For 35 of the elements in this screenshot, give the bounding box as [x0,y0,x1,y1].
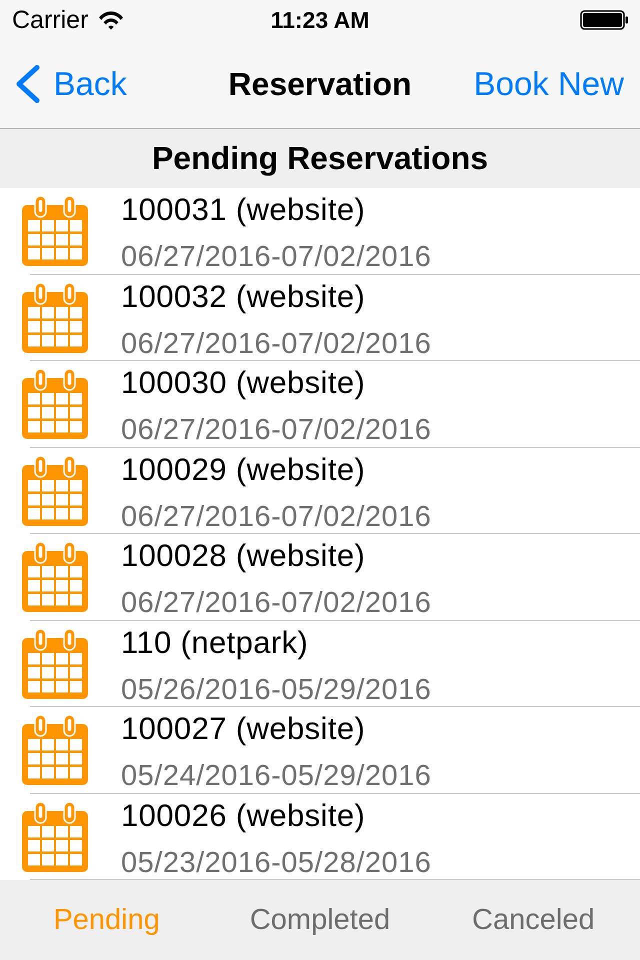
calendar-icon [22,369,88,439]
wifi-icon [98,10,124,30]
calendar-icon [22,282,88,352]
reservation-title: 100030 (website) [121,365,366,401]
reservation-title: 100029 (website) [121,452,366,488]
calendar-icon [22,715,88,785]
reservation-title: 100032 (website) [121,278,366,314]
calendar-icon [22,196,88,266]
reservation-title: 100027 (website) [121,711,366,747]
reservation-title: 100028 (website) [121,538,366,574]
reservation-dates: 06/27/2016-07/02/2016 [121,500,432,532]
reservation-dates: 05/23/2016-05/28/2016 [121,846,432,878]
nav-title: Reservation [228,65,412,104]
reservation-title: 100026 (website) [121,798,366,834]
reservation-title: 110 (netpark) [121,624,310,660]
calendar-icon [22,542,88,612]
reservation-dates: 06/27/2016-07/02/2016 [121,328,432,360]
calendar-icon [22,456,88,526]
reservation-title: 100031 (website) [121,192,366,228]
reservation-dates: 05/24/2016-05/29/2016 [121,760,432,792]
carrier-label: Carrier [12,5,88,35]
reservation-dates: 06/27/2016-07/02/2016 [121,241,432,273]
tab[interactable]: Completed [233,895,407,945]
section-header: Pending Reservations [0,129,640,188]
reservation-dates: 06/27/2016-07/02/2016 [121,587,432,619]
calendar-icon [22,628,88,698]
time-label: 11:23 AM [270,6,370,35]
book-new-button[interactable]: Book New [474,64,624,104]
back-chevron-icon[interactable] [16,65,40,103]
battery-icon [580,10,628,30]
reservation-dates: 06/27/2016-07/02/2016 [121,414,432,446]
calendar-icon [22,802,88,872]
back-button[interactable]: Back [16,64,127,104]
tab[interactable]: Canceled [446,895,620,945]
reservation-dates: 05/26/2016-05/29/2016 [121,674,432,706]
